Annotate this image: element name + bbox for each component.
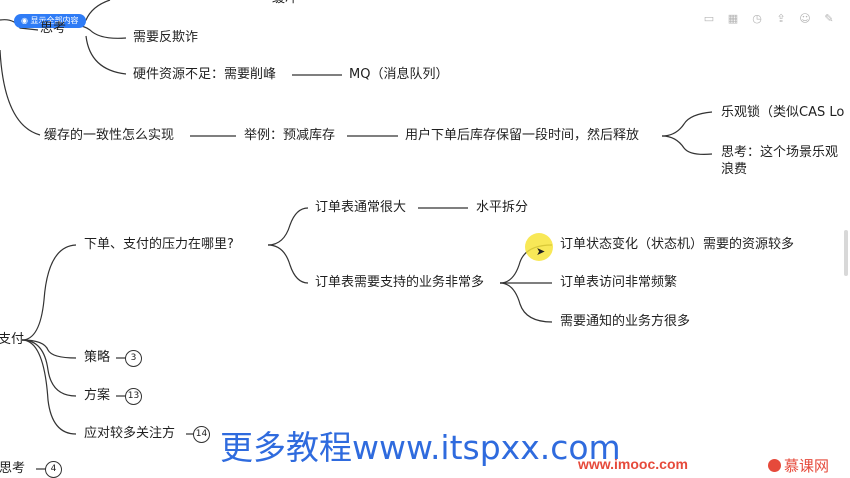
node-example[interactable]: 举例：预减库存 [244,127,335,145]
bottom-collapse-badge[interactable]: 4 [45,461,62,478]
theme-icon[interactable]: ☺ [798,12,812,26]
focus-collapse-badge[interactable]: 14 [193,426,210,443]
connector [0,49,41,136]
connector [21,339,77,435]
window-icon[interactable]: ▭ [702,12,716,26]
connector [267,244,309,284]
node-bottom-partial[interactable]: 的思考 [0,460,25,478]
export-icon[interactable]: ⇪ [774,12,788,26]
connector [85,35,127,75]
connector [21,244,77,341]
node-order-table-big[interactable]: 订单表通常很大 [315,199,406,217]
node-think-scene[interactable]: 思考：这个场景乐观 [721,144,838,162]
flame-icon [768,459,781,472]
node-state-change[interactable]: 订单状态变化（状态机）需要的资源较多 [560,236,794,254]
connector [661,135,713,155]
node-focus-points[interactable]: 应对较多关注方 [84,425,175,443]
node-buffer[interactable]: 缓冲 [272,0,298,8]
node-strategy[interactable]: 策略 [84,349,110,367]
node-frequent-access[interactable]: 订单表访问非常频繁 [560,274,677,292]
imooc-logo: 慕课网 [768,455,829,476]
connector [21,339,77,397]
node-notify-many[interactable]: 需要通知的业务方很多 [560,313,690,331]
clock-icon[interactable]: ◷ [750,12,764,26]
strategy-collapse-badge[interactable]: 3 [125,350,142,367]
node-hold-stock[interactable]: 用户下单后库存保留一段时间，然后释放 [405,127,639,145]
pointer-icon: ➤ [536,245,546,258]
plan-collapse-badge[interactable]: 13 [125,388,142,405]
node-think[interactable]: 思考 [40,20,66,38]
info-icon: ◉ [21,16,31,25]
node-think-scene-cont: 浪费 [721,162,748,177]
node-pay[interactable]: 支付 [0,331,24,349]
node-cache-consistency[interactable]: 缓存的一致性怎么实现 [44,127,174,145]
node-mq[interactable]: MQ（消息队列） [349,66,448,84]
node-optimistic-lock[interactable]: 乐观锁（类似CAS Lo [721,104,844,122]
connector [267,207,309,246]
node-order-pressure[interactable]: 下单、支付的压力在哪里? [84,236,234,254]
imooc-url-watermark: www.imooc.com [578,456,688,472]
tutorial-watermark: 更多教程www.itspxx.com [220,428,621,467]
node-plan[interactable]: 方案 [84,387,110,405]
connector [661,111,713,137]
top-toolbar: ▭ ▦ ◷ ⇪ ☺ ✎ [702,12,836,26]
pen-icon[interactable]: ✎ [822,12,836,26]
scrollbar[interactable] [844,230,848,276]
node-anti-fraud[interactable]: 需要反欺诈 [133,29,198,47]
grid-icon[interactable]: ▦ [726,12,740,26]
imooc-brand-text: 慕课网 [784,457,830,475]
node-order-table-business[interactable]: 订单表需要支持的业务非常多 [315,274,484,292]
node-horizontal-split[interactable]: 水平拆分 [476,199,528,217]
node-hardware[interactable]: 硬件资源不足：需要削峰 [133,66,276,84]
connector [499,282,553,323]
